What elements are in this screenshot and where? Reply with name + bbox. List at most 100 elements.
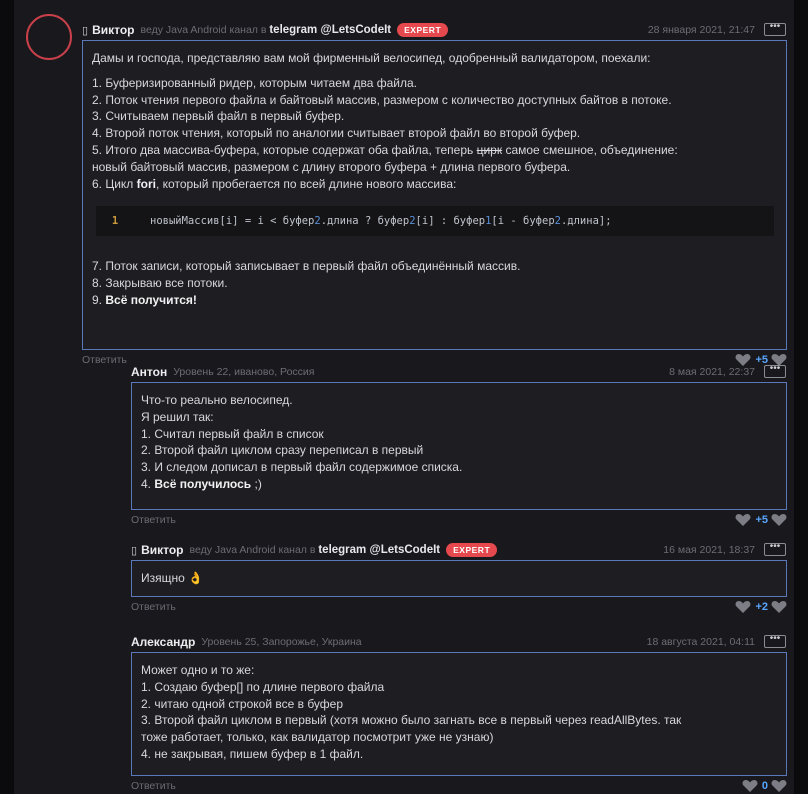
comment-text-line: тоже работает, только, как валидатор пос… [141,730,494,745]
code-line-number: 1 [111,214,119,227]
reply-button[interactable]: Ответить [131,514,176,526]
comment-text-line: Изящно 👌 [141,571,204,585]
flag-icon: ▯ [82,24,89,37]
reply-button[interactable]: Ответить [82,354,127,366]
text-segment: самое смешное, объединение: [505,142,678,157]
comment-body: Может одно и то же: 1. Создаю буфер[] по… [131,652,787,776]
comment-text-line: Может одно и то же: [141,663,255,677]
more-menu-button[interactable]: ••• [764,542,786,556]
author-meta-text: веду Java Android канал в [140,24,267,36]
comment-text-line: 8. Закрываю все потоки. [92,276,228,291]
reply-button[interactable]: Ответить [131,601,176,613]
code-block: 1 новыйМассив[i] = i < буфер2.длина ? бу… [96,206,774,237]
author-name[interactable]: Виктор [141,543,183,557]
telegram-link[interactable]: telegram @LetsCodeIt [318,544,440,556]
author-meta: Уровень 22, иваново, Россия [173,366,315,378]
like-icon[interactable] [735,513,751,527]
comment-text-line: 4. Второй поток чтения, который по анало… [92,126,581,141]
more-menu-button[interactable]: ••• [764,364,786,378]
avatar[interactable] [26,14,72,60]
comment-text-line: 3. Второй файл циклом в первый (хотя мож… [141,713,682,728]
vote-controls: +2 [735,600,787,614]
comment-body: Что-то реально велосипед. Я решил так: 1… [131,382,787,510]
comment-text-line: 1. Буферизированный ридер, которым читае… [92,75,417,90]
author-meta: веду Java Android канал в telegram @Lets… [141,24,392,36]
author-meta-text: веду Java Android канал в [189,544,316,556]
comment-text-line: Дамы и господа, представляю вам мой фирм… [92,51,651,65]
comment-text-line: Что-то реально велосипед. [141,393,293,407]
bold-text: fori [136,176,156,191]
like-icon[interactable] [742,779,758,793]
comment-footer: Ответить 0 [131,776,787,794]
comment-text-line: 2. читаю одной строкой все в буфер [141,696,344,711]
dislike-icon[interactable] [771,779,787,793]
author-name[interactable]: Антон [131,365,167,379]
comment: Антон Уровень 22, иваново, Россия 8 мая … [131,362,787,528]
comment-body: Изящно 👌 [131,560,787,597]
code-line: новыйМассив[i] = i < буфер2.длина ? буфе… [134,213,612,230]
comment: ▯ Виктор веду Java Android канал в teleg… [131,540,787,615]
flag-icon: ▯ [131,544,138,557]
comment-text-line: 1. Считал первый файл в список [141,426,324,441]
comment-body: Дамы и господа, представляю вам мой фирм… [82,40,787,350]
bold-text: Всё получится! [105,292,197,307]
vote-controls: 0 [742,779,787,793]
dislike-icon[interactable] [771,600,787,614]
comment-header: Александр Уровень 25, Запорожье, Украина… [131,632,787,652]
vote-score: +2 [755,601,768,613]
dislike-icon[interactable] [771,513,787,527]
comment-text-line: 7. Поток записи, который записывает в пе… [92,259,521,274]
left-edge [0,0,14,794]
text-segment: 5. Итого два массива-буфера, которые сод… [92,142,474,157]
author-name[interactable]: Виктор [92,23,134,37]
right-edge [794,0,808,794]
text-segment: , который пробегается по всей длине ново… [156,176,457,191]
text-segment: 6. Цикл [92,176,134,191]
like-icon[interactable] [735,600,751,614]
author-name[interactable]: Александр [131,635,195,649]
text-segment: 4. [141,476,152,491]
vote-score: 0 [761,780,768,792]
comment-text-line: 5. Итого два массива-буфера, которые сод… [92,142,777,159]
code-token: .длина]; [560,214,612,227]
code-token: [i] : буфер [415,214,486,227]
comment-header: ▯ Виктор веду Java Android канал в teleg… [131,540,787,560]
comment-date: 16 мая 2021, 18:37 [663,544,755,556]
code-token: новыйМассив[i] = i < буфер [150,214,315,227]
comment-text-line: 4. не закрывая, пишем буфер в 1 файл. [141,746,364,761]
reply-button[interactable]: Ответить [131,780,176,792]
comment-text-line: 3. Считываем первый файл в первый буфер. [92,109,345,124]
code-token: .длина ? буфер [320,214,410,227]
comment-header: Антон Уровень 22, иваново, Россия 8 мая … [131,362,787,382]
vote-controls: +5 [735,513,787,527]
comment-text-line: 9. Всё получится! [92,292,777,309]
comment-text-line: новый байтовый массив, размером с длину … [92,159,571,174]
bold-text: Всё получилось [154,476,252,491]
comment-text-line: 6. Цикл fori, который пробегается по все… [92,176,777,193]
author-meta: веду Java Android канал в telegram @Lets… [190,544,441,556]
expert-badge: EXPERT [446,543,498,557]
comment-footer: Ответить +5 [131,510,787,528]
telegram-link[interactable]: telegram @LetsCodeIt [269,24,391,36]
more-menu-button[interactable]: ••• [764,634,786,648]
comment: Александр Уровень 25, Запорожье, Украина… [131,632,787,794]
code-token: [i - буфер [491,214,555,227]
comment-footer: Ответить +2 [131,597,787,615]
strikethrough-text: цирк [476,142,503,157]
comment-date: 18 августа 2021, 04:11 [646,636,755,648]
comment-text-line: 3. И следом дописал в первый файл содерж… [141,460,463,475]
comment-text-line: 4. Всё получилось ;) [141,476,777,493]
author-meta: Уровень 25, Запорожье, Украина [201,636,362,648]
text-segment: 9. [92,292,103,307]
expert-badge: EXPERT [397,23,449,37]
text-segment: ;) [251,476,262,491]
comment-text-line: 2. Поток чтения первого файла и байтовый… [92,92,672,107]
comment-text-line: 2. Второй файл циклом сразу переписал в … [141,443,424,458]
vote-score: +5 [755,514,768,526]
comment-date: 8 мая 2021, 22:37 [669,366,755,378]
comment-text-line: Я решил так: [141,409,214,424]
comment-text-line: 1. Создаю буфер[] по длине первого файла [141,679,385,694]
more-menu-button[interactable]: ••• [764,22,786,36]
comment-header: ▯ Виктор веду Java Android канал в teleg… [82,20,787,40]
comment: ▯ Виктор веду Java Android канал в teleg… [82,20,787,368]
